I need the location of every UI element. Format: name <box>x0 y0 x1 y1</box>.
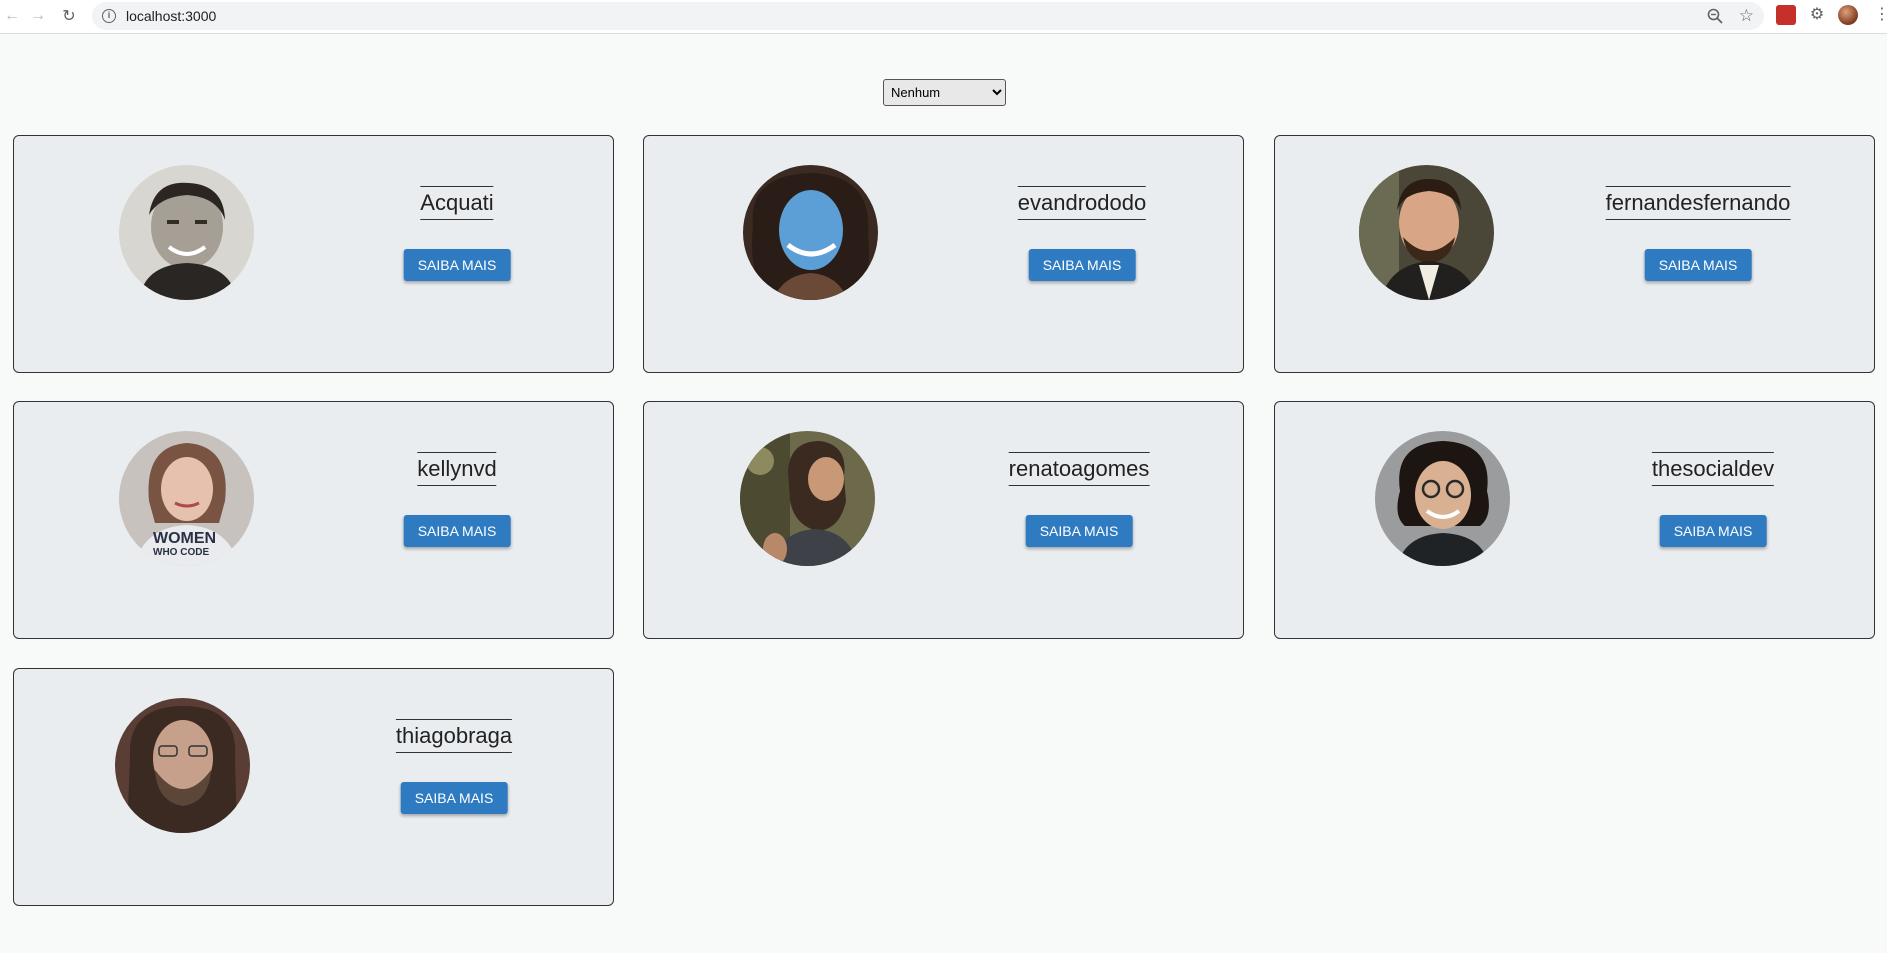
profile-avatar-icon[interactable] <box>1838 5 1858 25</box>
saiba-mais-button[interactable]: SAIBA MAIS <box>403 515 511 547</box>
avatar <box>743 165 878 300</box>
user-card: fernandesfernando SAIBA MAIS <box>1274 135 1875 373</box>
filter-select[interactable]: Nenhum <box>883 79 1006 106</box>
saiba-mais-button[interactable]: SAIBA MAIS <box>403 249 511 281</box>
user-card: renatoagomes SAIBA MAIS <box>643 401 1244 639</box>
extension-icon[interactable] <box>1776 5 1796 25</box>
saiba-mais-button[interactable]: SAIBA MAIS <box>1659 515 1767 547</box>
avatar: WOMEN WHO CODE <box>119 431 254 566</box>
user-card: WOMEN WHO CODE kellynvd SAIBA MAIS <box>13 401 614 639</box>
avatar <box>740 431 875 566</box>
username: Acquati <box>420 186 494 220</box>
url-text[interactable]: localhost:3000 <box>126 8 216 24</box>
browser-toolbar: ← → ↻ i localhost:3000 ☆ ⚙ ⋮ <box>0 0 1887 34</box>
bookmark-star-icon[interactable]: ☆ <box>1739 6 1754 26</box>
user-card: evandrododo SAIBA MAIS <box>643 135 1244 373</box>
kebab-menu-icon[interactable]: ⋮ <box>1874 5 1887 25</box>
avatar <box>1375 431 1510 566</box>
svg-text:WOMEN: WOMEN <box>153 530 216 547</box>
user-card: Acquati SAIBA MAIS <box>13 135 614 373</box>
address-bar[interactable]: i localhost:3000 ☆ <box>92 2 1764 30</box>
info-icon[interactable]: i <box>102 9 116 23</box>
avatar <box>1359 165 1494 300</box>
puzzle-extensions-icon[interactable]: ⚙ <box>1807 5 1827 25</box>
username: thiagobraga <box>395 719 513 753</box>
saiba-mais-button[interactable]: SAIBA MAIS <box>1028 249 1136 281</box>
reload-icon[interactable]: ↻ <box>57 4 81 28</box>
saiba-mais-button[interactable]: SAIBA MAIS <box>400 782 508 814</box>
user-card: thesocialdev SAIBA MAIS <box>1274 401 1875 639</box>
forward-arrow-icon[interactable]: → <box>26 4 50 28</box>
username: fernandesfernando <box>1605 186 1791 220</box>
username: evandrododo <box>1017 186 1147 220</box>
zoom-icon[interactable] <box>1706 7 1724 25</box>
back-arrow-icon[interactable]: ← <box>0 4 24 28</box>
username: renatoagomes <box>1008 452 1150 486</box>
saiba-mais-button[interactable]: SAIBA MAIS <box>1025 515 1133 547</box>
avatar <box>119 165 254 300</box>
avatar <box>115 698 250 833</box>
user-card: thiagobraga SAIBA MAIS <box>13 668 614 906</box>
svg-text:WHO CODE: WHO CODE <box>153 547 209 558</box>
username: thesocialdev <box>1651 452 1775 486</box>
username: kellynvd <box>417 452 497 486</box>
saiba-mais-button[interactable]: SAIBA MAIS <box>1644 249 1752 281</box>
